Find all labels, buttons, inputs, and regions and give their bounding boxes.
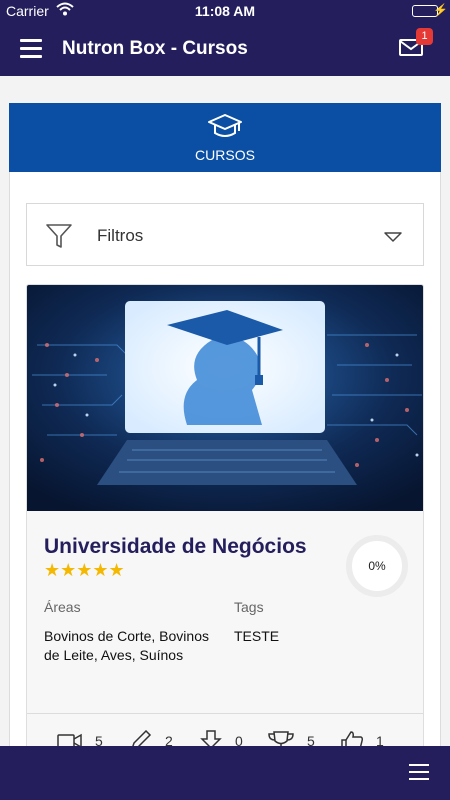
rating-stars-icon: ★★★★★	[44, 560, 125, 580]
tags-value: TESTE	[234, 628, 280, 644]
graduation-cap-icon	[207, 113, 243, 146]
courses-panel-header: CURSOS	[9, 103, 441, 172]
filter-label: Filtros	[97, 226, 144, 245]
bottom-bar	[0, 746, 450, 800]
page-title: Nutron Box - Cursos	[62, 38, 248, 59]
areas-label: Áreas	[44, 599, 81, 615]
chevron-down-icon	[383, 230, 403, 248]
app-bar: Nutron Box - Cursos 1	[0, 22, 450, 76]
panel-header-label: CURSOS	[195, 147, 255, 163]
notification-badge: 1	[416, 28, 433, 45]
course-card[interactable]: Universidade de Negócios ★★★★★ 0% Áreas …	[26, 284, 424, 764]
funnel-icon	[45, 222, 73, 255]
tags-label: Tags	[234, 599, 264, 615]
areas-value: Bovinos de Corte, Bovinos de Leite, Aves…	[44, 628, 209, 663]
card-divider	[27, 713, 423, 714]
progress-indicator: 0%	[346, 535, 408, 597]
course-title: Universidade de Negócios	[44, 535, 307, 558]
hamburger-menu-icon[interactable]	[20, 39, 42, 59]
hamburger-menu-icon[interactable]	[409, 764, 429, 782]
filter-dropdown[interactable]: Filtros	[26, 203, 424, 266]
course-image	[27, 285, 423, 511]
status-bar: Carrier 11:08 AM ⚡	[0, 0, 450, 22]
status-time: 11:08 AM	[194, 3, 256, 19]
